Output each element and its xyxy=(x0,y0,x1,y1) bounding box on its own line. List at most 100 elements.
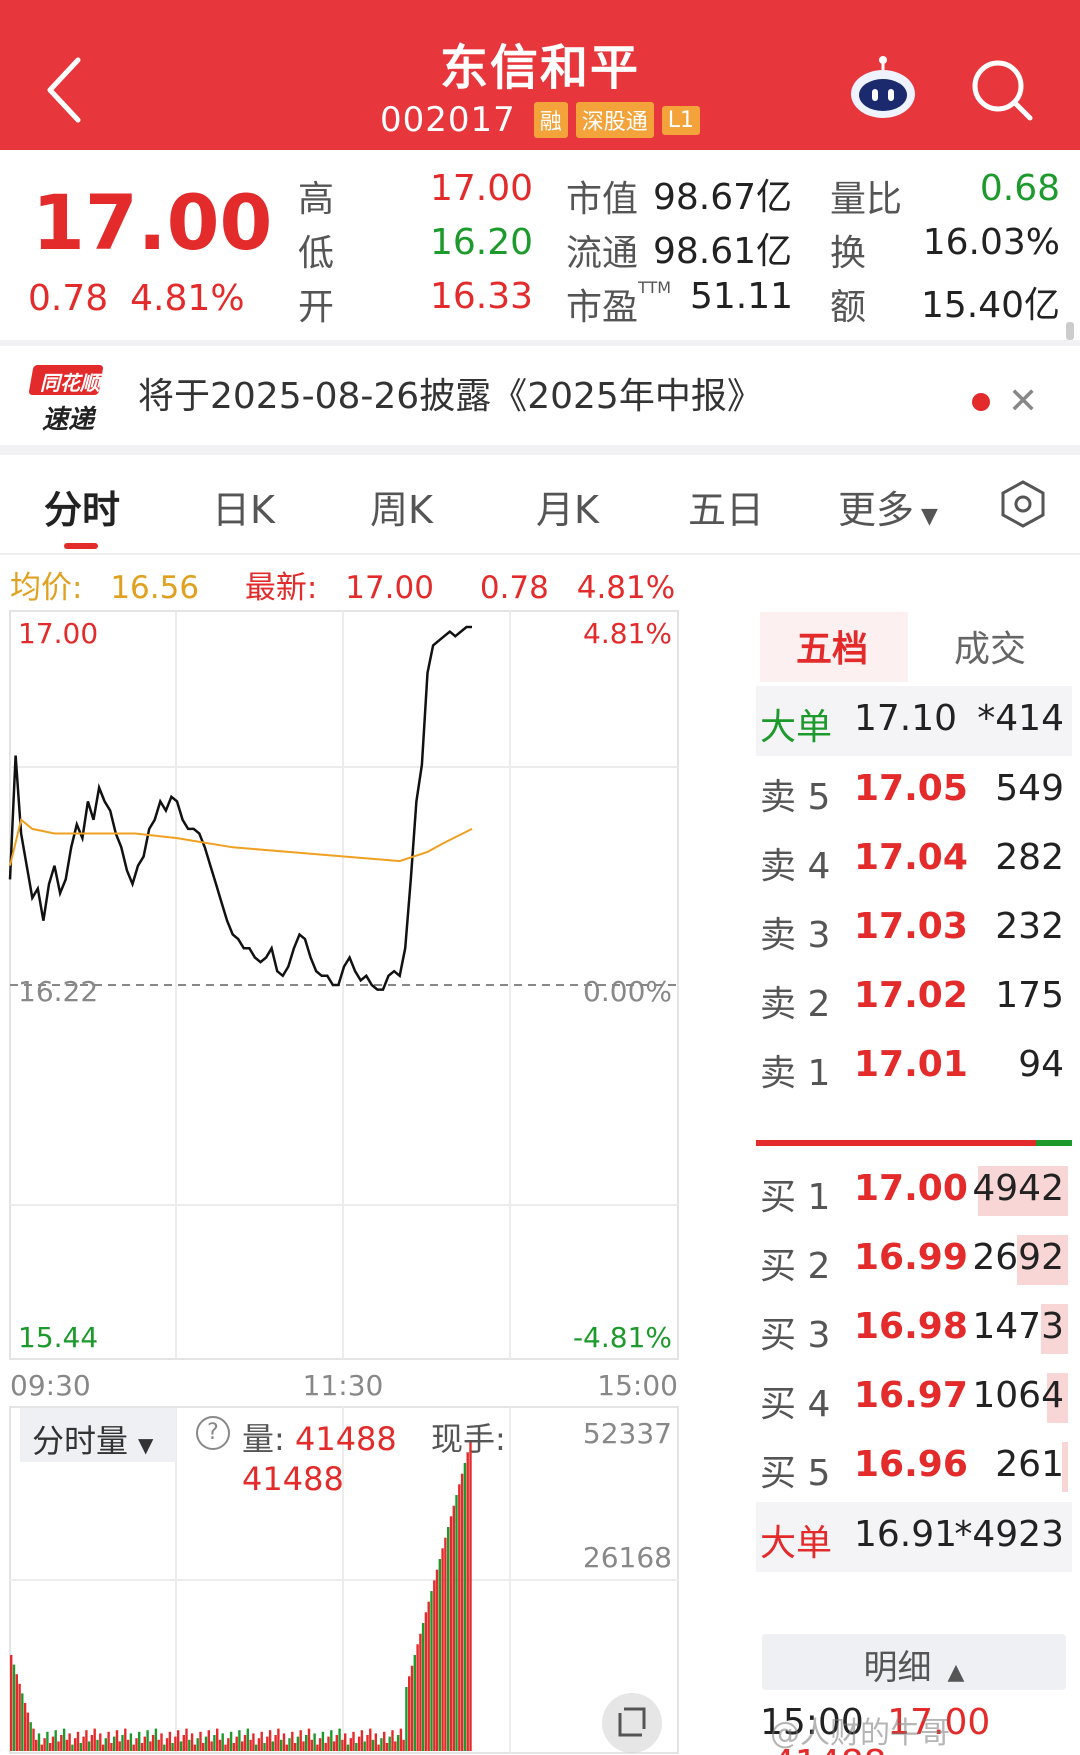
volume-bar xyxy=(310,1739,313,1751)
volume-bar xyxy=(410,1665,414,1751)
avg-price-value: 16.56 xyxy=(110,570,200,606)
volume-ratio-label: 量比 xyxy=(830,179,903,220)
volume-bar xyxy=(360,1730,364,1751)
tab-five-levels[interactable]: 五档 xyxy=(796,620,868,672)
volume-bar xyxy=(388,1736,391,1751)
volume-bar xyxy=(413,1655,416,1751)
latest-price-value: 17.00 xyxy=(345,570,434,606)
volume-bar xyxy=(402,1739,405,1751)
volume-bar xyxy=(62,1728,66,1751)
volume-select-label: 分时量 xyxy=(32,1422,129,1460)
low-value: 16.20 xyxy=(430,222,534,263)
volume-bar xyxy=(405,1687,408,1751)
volume-bar xyxy=(54,1730,57,1751)
intraday-summary: 均价: 16.56 最新: 17.00 0.78 4.81% xyxy=(10,562,693,607)
volume-bar xyxy=(188,1739,191,1751)
volume-value: 41488 xyxy=(294,1420,397,1458)
search-icon[interactable] xyxy=(968,56,1036,124)
volume-bar xyxy=(193,1744,197,1751)
volume-bar xyxy=(377,1744,380,1751)
details-button[interactable]: 明细 ▲ xyxy=(762,1634,1066,1690)
volume-bar xyxy=(271,1741,274,1751)
volume-bar xyxy=(441,1548,444,1751)
ask-price: 17.02 xyxy=(854,975,968,1016)
volume-bar xyxy=(26,1712,30,1751)
scrollbar-thumb[interactable] xyxy=(1066,322,1074,340)
volume-bar xyxy=(18,1683,21,1751)
volume-bar xyxy=(21,1693,24,1751)
volume-bar xyxy=(46,1731,49,1751)
volume-bar xyxy=(82,1736,85,1751)
y-top-label: 17.00 xyxy=(18,617,98,650)
float-cap-label: 流通 xyxy=(566,233,639,274)
volume-bar xyxy=(163,1744,166,1751)
open-value: 16.33 xyxy=(430,276,534,317)
intraday-chart[interactable]: 17.00 16.22 15.44 4.81% 0.00% -4.81% 09:… xyxy=(0,605,760,1755)
pe-label-text: 市盈 xyxy=(566,287,639,328)
volume-bar xyxy=(160,1733,163,1751)
volume-bar xyxy=(332,1741,336,1751)
bid-row: 买 1 17.00 4942 xyxy=(756,1156,1072,1226)
bid-label: 买 4 xyxy=(760,1384,831,1425)
avg-price: 均价: 16.56 xyxy=(10,570,217,606)
volume-bar xyxy=(421,1623,425,1751)
ask-vol: 232 xyxy=(995,906,1064,947)
volume-bar xyxy=(249,1739,252,1751)
watermark: @人财的牛哥 xyxy=(770,1716,950,1751)
volume-bar xyxy=(458,1484,461,1751)
divider xyxy=(0,445,1080,455)
tab-daily-k[interactable]: 日K xyxy=(212,479,275,534)
turnover-value: 16.03% xyxy=(922,222,1060,263)
volume-bar xyxy=(252,1733,255,1751)
y-ref-label: 16.22 xyxy=(18,975,98,1008)
tab-five-day[interactable]: 五日 xyxy=(688,479,764,534)
tab-intraday[interactable]: 分时 xyxy=(44,479,120,534)
volume-bar xyxy=(296,1736,300,1751)
volume-bar xyxy=(35,1739,38,1751)
ask-label: 卖 2 xyxy=(760,984,831,1025)
bid-vol: 2692 xyxy=(972,1237,1064,1278)
volume-bar xyxy=(263,1743,266,1751)
volume-bar xyxy=(118,1741,121,1751)
market-cap-label: 市值 xyxy=(566,179,639,220)
big-buy-order-row: 大单 16.91 *4923 xyxy=(756,1502,1072,1572)
volume-bar xyxy=(293,1743,297,1751)
ask-row: 卖 4 17.04 282 xyxy=(756,825,1072,895)
volume-bar xyxy=(93,1728,96,1751)
quote-panel: 17.00 0.78 4.81% 高 17.00 低 16.20 开 16.33 … xyxy=(0,150,1080,340)
volume-bar xyxy=(302,1741,305,1751)
bid-price: 16.98 xyxy=(854,1306,968,1347)
volume-bar xyxy=(371,1739,375,1751)
settings-hexagon-icon[interactable] xyxy=(998,479,1048,529)
volume-bar xyxy=(369,1728,372,1751)
tab-more[interactable]: 更多 ▼ xyxy=(838,479,938,534)
volume-bar xyxy=(126,1739,130,1751)
volume-indicator-select[interactable]: 分时量 ▼ xyxy=(20,1408,176,1462)
big-sell-price: 17.10 xyxy=(854,698,958,739)
current-hand-value: 41488 xyxy=(242,1460,344,1498)
low-label: 低 xyxy=(298,233,335,274)
volume-bar xyxy=(221,1733,224,1751)
help-icon[interactable]: ? xyxy=(196,1416,230,1450)
volume-bar xyxy=(135,1738,138,1751)
volume-bar xyxy=(110,1743,113,1751)
fullscreen-toggle-icon[interactable] xyxy=(602,1693,662,1753)
tab-trades[interactable]: 成交 xyxy=(954,620,1026,672)
volume-bar xyxy=(335,1735,338,1751)
tab-weekly-k[interactable]: 周K xyxy=(370,479,433,534)
volume-bar xyxy=(383,1731,386,1751)
volume-bar xyxy=(435,1569,439,1751)
tab-monthly-k[interactable]: 月K xyxy=(536,479,599,534)
news-text[interactable]: 将于2025-08-26披露《2025年中报》 xyxy=(138,367,763,419)
active-tab-indicator xyxy=(64,543,98,549)
volume-bar xyxy=(210,1741,213,1751)
news-banner[interactable]: 同花顺 速递 将于2025-08-26披露《2025年中报》 ✕ xyxy=(0,345,1080,445)
volume-bar xyxy=(254,1744,258,1751)
close-icon[interactable]: ✕ xyxy=(1008,381,1038,422)
volume-bar xyxy=(65,1739,69,1751)
volume-bar xyxy=(90,1735,94,1751)
volume-bar xyxy=(87,1741,91,1751)
bid-price: 16.99 xyxy=(854,1237,968,1278)
robot-assistant-icon[interactable] xyxy=(848,54,918,120)
ask-label: 卖 3 xyxy=(760,915,831,956)
